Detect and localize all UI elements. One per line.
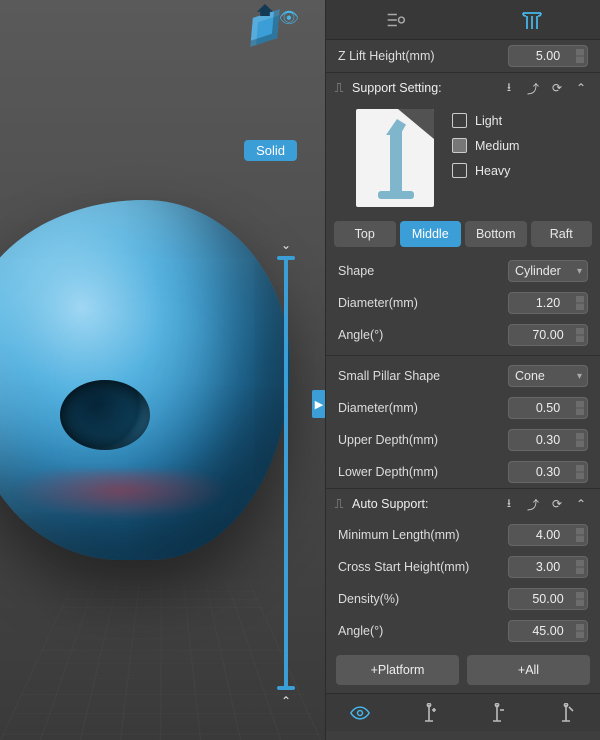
panel-mode-tabs [326,0,600,40]
auto-support-title: Auto Support: [352,497,494,511]
small-pillar-shape-label: Small Pillar Shape [338,369,440,383]
import-icon[interactable]: ⭳ [500,495,518,513]
support-icon: ⎍ [332,81,346,96]
support-preview-row: Light Medium Heavy [326,103,600,217]
upper-depth-label: Upper Depth(mm) [338,433,438,447]
preset-medium-checkbox[interactable]: Medium [452,138,519,153]
auto-angle-input[interactable]: 45.00 [508,620,588,642]
model-mesh[interactable] [0,200,290,560]
viewport-3d[interactable]: 👁 Solid ⌄ ⌃ ▶ [0,0,325,740]
support-part-tabs: Top Middle Bottom Raft [326,217,600,255]
preset-medium-label: Medium [475,139,519,153]
z-lift-input[interactable]: 5.00 [508,45,588,67]
cross-start-label: Cross Start Height(mm) [338,560,469,574]
visibility-toggle-icon[interactable] [340,698,380,728]
shape-select[interactable]: Cylinder [508,260,588,282]
lower-depth-label: Lower Depth(mm) [338,465,438,479]
edit-support-tool-icon[interactable] [546,698,586,728]
support-tool-footer [326,693,600,731]
preset-light-label: Light [475,114,502,128]
chevron-down-icon[interactable]: ⌄ [281,234,291,256]
diameter-input[interactable]: 1.20 [508,292,588,314]
remove-support-tool-icon[interactable] [477,698,517,728]
diameter-label: Diameter(mm) [338,296,418,310]
reset-icon[interactable]: ⟳ [548,495,566,513]
auto-angle-label: Angle(°) [338,624,383,638]
upper-depth-input[interactable]: 0.30 [508,429,588,451]
small-pillar-shape-select[interactable]: Cone [508,365,588,387]
support-setting-header: ⎍ Support Setting: ⭳ ⤴ ⟳ ⌃ [326,72,600,103]
support-preview-thumbnail[interactable] [356,109,434,207]
preset-heavy-checkbox[interactable]: Heavy [452,163,519,178]
import-icon[interactable]: ⭳ [500,79,518,97]
support-setting-title: Support Setting: [352,81,494,95]
density-label: Density(%) [338,592,399,606]
cross-start-input[interactable]: 3.00 [508,556,588,578]
preset-heavy-label: Heavy [475,164,510,178]
lower-depth-input[interactable]: 0.30 [508,461,588,483]
tab-supports-icon[interactable] [512,0,552,40]
z-lift-label: Z Lift Height(mm) [338,49,435,63]
angle-label: Angle(°) [338,328,383,342]
export-icon[interactable]: ⤴ [524,79,542,97]
home-view-cube[interactable]: 👁 [251,14,287,50]
collapse-icon[interactable]: ⌃ [572,495,590,513]
sp-diameter-input[interactable]: 0.50 [508,397,588,419]
add-all-button[interactable]: +All [467,655,590,685]
tab-bottom[interactable]: Bottom [465,221,527,247]
density-input[interactable]: 50.00 [508,588,588,610]
chevron-up-icon[interactable]: ⌃ [281,690,291,712]
shape-label: Shape [338,264,374,278]
collapse-icon[interactable]: ⌃ [572,79,590,97]
min-length-label: Minimum Length(mm) [338,528,460,542]
min-length-input[interactable]: 4.00 [508,524,588,546]
auto-support-icon: ⎍ [332,497,346,512]
add-platform-button[interactable]: +Platform [336,655,459,685]
z-lift-row: Z Lift Height(mm) 5.00 [326,40,600,72]
add-support-tool-icon[interactable] [409,698,449,728]
shading-mode-badge[interactable]: Solid [244,140,297,161]
export-icon[interactable]: ⤴ [524,495,542,513]
auto-support-header: ⎍ Auto Support: ⭳ ⤴ ⟳ ⌃ [326,488,600,519]
reset-icon[interactable]: ⟳ [548,79,566,97]
tab-raft[interactable]: Raft [531,221,593,247]
angle-input[interactable]: 70.00 [508,324,588,346]
tab-top[interactable]: Top [334,221,396,247]
support-panel: Z Lift Height(mm) 5.00 ⎍ Support Setting… [325,0,600,740]
panel-collapse-handle[interactable]: ▶ [312,390,325,418]
preset-light-checkbox[interactable]: Light [452,113,519,128]
eye-icon: 👁 [279,8,299,28]
tab-middle[interactable]: Middle [400,221,462,247]
sp-diameter-label: Diameter(mm) [338,401,418,415]
tab-settings-icon[interactable] [375,0,415,40]
layer-range-slider[interactable]: ⌄ ⌃ [277,234,295,712]
